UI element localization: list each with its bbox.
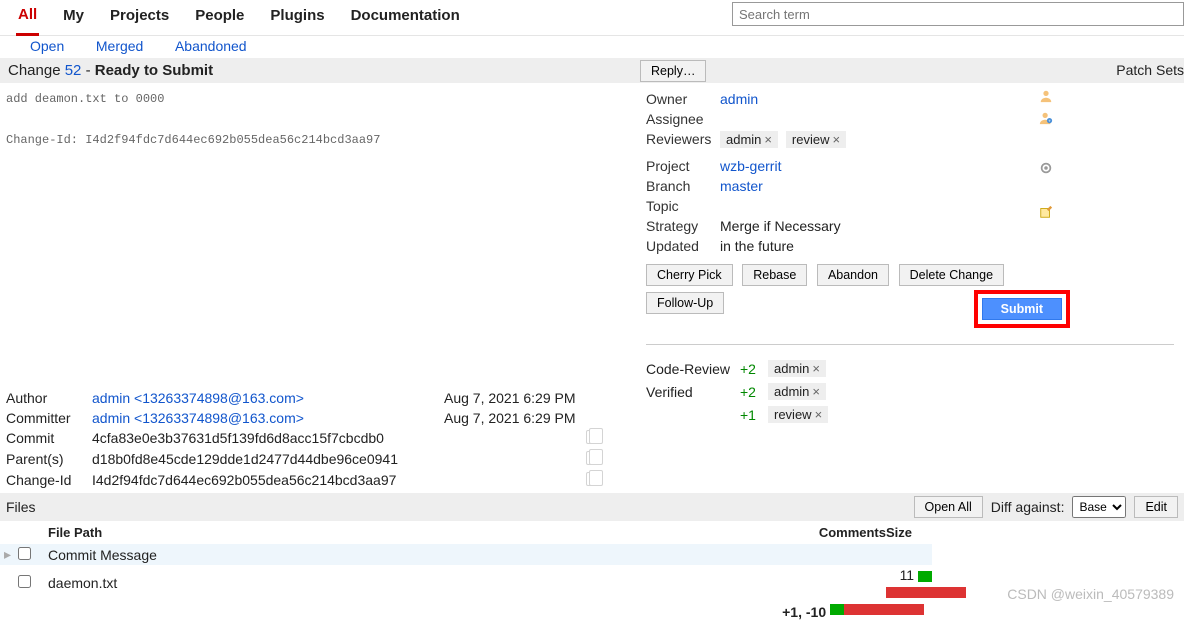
diff-base-select[interactable]: Base — [1072, 496, 1126, 518]
subnav-open[interactable]: Open — [30, 38, 64, 54]
changeid-hash: I4d2f94fdc7d644ec692b055dea56c214bcd3aa9… — [92, 470, 404, 491]
reply-button[interactable]: Reply… — [640, 60, 706, 82]
files-bar: Files Open All Diff against: Base Edit — [0, 493, 1184, 521]
file-row[interactable]: ▸ Commit Message — [0, 544, 932, 565]
nav-projects[interactable]: Projects — [108, 3, 171, 34]
watermark: CSDN @weixin_40579389 — [1007, 586, 1174, 602]
submit-button[interactable]: Submit — [982, 298, 1062, 320]
chip-remove-icon[interactable]: × — [815, 407, 823, 422]
sub-nav: Open Merged Abandoned — [0, 36, 1184, 58]
project-link[interactable]: wzb-gerrit — [720, 158, 781, 174]
score-chip: admin× — [768, 360, 826, 377]
updated-value: in the future — [720, 238, 1184, 254]
abandon-button[interactable]: Abandon — [817, 264, 889, 286]
subnav-merged[interactable]: Merged — [96, 38, 143, 54]
nav-plugins[interactable]: Plugins — [268, 3, 326, 34]
nav-all[interactable]: All — [16, 2, 39, 36]
chevron-right-icon: ▸ — [4, 546, 18, 563]
person-icon — [1038, 89, 1054, 103]
action-row: Cherry Pick Rebase Abandon Delete Change… — [646, 264, 1184, 320]
chip-remove-icon[interactable]: × — [812, 384, 820, 399]
diff-totals: +1, -10 — [0, 601, 932, 620]
person-add-icon[interactable]: + — [1038, 111, 1054, 125]
chip-remove-icon[interactable]: × — [832, 132, 840, 147]
commit-hash: 4cfa83e0e3b37631d5f139fd6d8acc15f7cbcdb0 — [92, 428, 404, 449]
gear-icon[interactable] — [1038, 161, 1054, 175]
author-link[interactable]: admin <13263374898@163.com> — [92, 390, 304, 406]
diff-against-label: Diff against: — [991, 499, 1065, 515]
commit-message: add deamon.txt to 0000 Change-Id: I4d2f9… — [0, 83, 636, 156]
copy-icon[interactable] — [586, 430, 598, 444]
chip-remove-icon[interactable]: × — [812, 361, 820, 376]
svg-text:+: + — [1048, 118, 1051, 123]
file-checkbox[interactable] — [18, 547, 31, 560]
delete-change-button[interactable]: Delete Change — [899, 264, 1004, 286]
score-chip: review× — [768, 406, 828, 423]
owner-link[interactable]: admin — [720, 91, 758, 107]
committer-date: Aug 7, 2021 6:29 PM — [444, 408, 582, 428]
open-all-button[interactable]: Open All — [914, 496, 983, 518]
reviewer-chip: review× — [786, 131, 846, 148]
follow-up-button[interactable]: Follow-Up — [646, 292, 724, 314]
cherry-pick-button[interactable]: Cherry Pick — [646, 264, 733, 286]
change-title: Change 52 - Ready to Submit — [8, 62, 213, 79]
files-table: File Path Comments Size ▸ Commit Message… — [0, 521, 932, 620]
nav-my[interactable]: My — [61, 3, 86, 34]
file-checkbox[interactable] — [18, 575, 31, 588]
search-input[interactable] — [732, 2, 1184, 26]
copy-icon[interactable] — [586, 451, 598, 465]
author-date: Aug 7, 2021 6:29 PM — [444, 388, 582, 408]
change-status: Ready to Submit — [95, 62, 213, 79]
subnav-abandoned[interactable]: Abandoned — [175, 38, 247, 54]
copy-icon[interactable] — [586, 472, 598, 486]
change-number[interactable]: 52 — [65, 62, 82, 79]
topic-value — [720, 198, 1184, 214]
submit-highlight: Submit — [974, 290, 1070, 328]
change-header: Change 52 - Ready to Submit Reply… Patch… — [0, 58, 1184, 83]
added-bar — [918, 571, 932, 582]
rebase-button[interactable]: Rebase — [742, 264, 807, 286]
score-chip: admin× — [768, 383, 826, 400]
review-scores: Code-Review+2admin× Verified+2admin× +1r… — [646, 357, 1184, 426]
file-row[interactable]: daemon.txt 11 — [0, 565, 932, 601]
branch-link[interactable]: master — [720, 178, 763, 194]
strategy-value: Merge if Necessary — [720, 218, 1184, 234]
nav-documentation[interactable]: Documentation — [349, 3, 462, 34]
committer-link[interactable]: admin <13263374898@163.com> — [92, 410, 304, 426]
top-nav: All My Projects People Plugins Documenta… — [0, 0, 1184, 36]
patch-sets-label[interactable]: Patch Sets — [1116, 62, 1184, 78]
chip-remove-icon[interactable]: × — [764, 132, 772, 147]
edit-icon[interactable] — [1038, 205, 1054, 219]
assignee-value — [720, 111, 1184, 127]
removed-bar — [886, 587, 966, 598]
search-wrap — [732, 2, 1184, 26]
edit-button[interactable]: Edit — [1134, 496, 1178, 518]
commit-info: Authoradmin <13263374898@163.com>Aug 7, … — [0, 386, 636, 493]
nav-people[interactable]: People — [193, 3, 246, 34]
parent-hash: d18b0fd8e45cde129dde1d2477d44dbe96ce0941 — [92, 449, 404, 470]
reviewer-chip: admin× — [720, 131, 778, 148]
